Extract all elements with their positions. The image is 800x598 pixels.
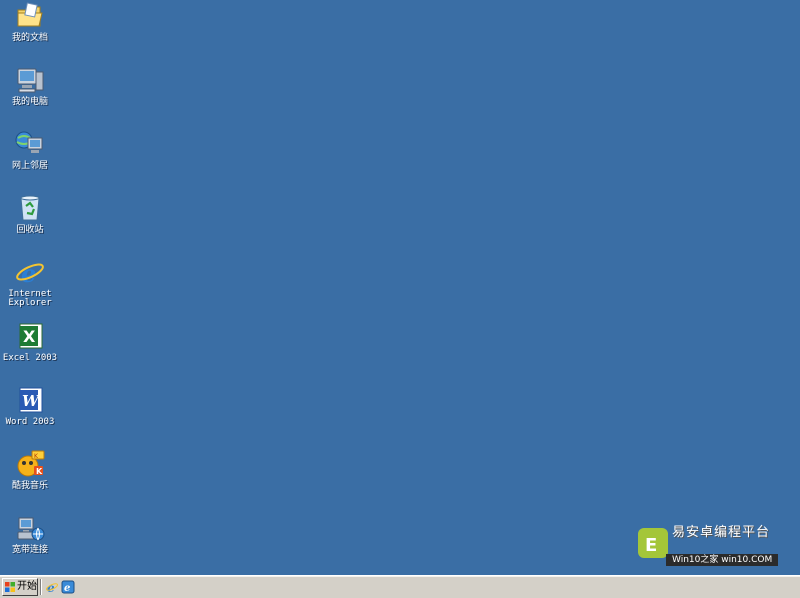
desktop-icon-my-documents[interactable]: 我的文档: [0, 0, 60, 56]
network-icon: [14, 128, 46, 160]
desktop-icon-label: Excel 2003: [2, 353, 58, 363]
internet-explorer-icon: e: [14, 256, 46, 288]
svg-text:e: e: [47, 581, 55, 594]
broadband-connection-icon: [14, 512, 46, 544]
desktop-icon-word-2003[interactable]: W Word 2003: [0, 384, 60, 440]
desktop-icon-label: 回收站: [16, 225, 44, 235]
svg-text:e: e: [21, 259, 36, 288]
show-desktop-icon[interactable]: e: [61, 580, 75, 594]
word-icon: W: [14, 384, 46, 416]
start-button[interactable]: 开始: [2, 578, 38, 596]
internet-explorer-icon[interactable]: e: [45, 580, 59, 594]
desktop-icon-internet-explorer[interactable]: e Internet Explorer: [0, 256, 60, 312]
desktop-icon-recycle-bin[interactable]: 回收站: [0, 192, 60, 248]
desktop-icon-excel-2003[interactable]: X Excel 2003: [0, 320, 60, 376]
svg-text:W: W: [22, 392, 41, 410]
desktop-icon-label: 我的电脑: [11, 97, 48, 107]
recycle-bin-icon: [14, 192, 46, 224]
desktop-icon-broadband-connection[interactable]: 宽带连接: [0, 512, 60, 568]
desktop-icon-my-computer[interactable]: 我的电脑: [0, 64, 60, 120]
desktop-icon-network-places[interactable]: 网上邻居: [0, 128, 60, 184]
windows-flag-icon: [5, 582, 15, 592]
excel-icon: X: [14, 320, 46, 352]
desktop-icon-label: Word 2003: [5, 417, 55, 427]
desktop: 我的文档 我的电脑 网上邻居 回收站 e Internet Explorer X…: [0, 0, 800, 576]
taskbar: 开始 e e: [0, 575, 800, 598]
desktop-icon-label: 宽带连接: [11, 545, 48, 555]
desktop-icon-kuwo-music[interactable]: K K 酷我音乐: [0, 448, 60, 504]
desktop-icon-label: 我的文档: [11, 33, 48, 43]
computer-icon: [14, 64, 46, 96]
svg-text:e: e: [64, 583, 70, 594]
svg-text:E: E: [645, 535, 657, 556]
watermark-title: 易安卓编程平台: [672, 525, 771, 540]
kuwo-music-icon: K K: [14, 448, 46, 480]
desktop-icon-label: 酷我音乐: [11, 481, 48, 491]
watermark-url: Win10之家 win10.COM: [666, 554, 779, 566]
android-logo-icon: E: [638, 528, 668, 558]
svg-text:K: K: [36, 467, 43, 476]
desktop-icon-label: 网上邻居: [11, 161, 48, 171]
start-button-label: 开始: [17, 581, 37, 592]
quick-launch-divider: [40, 579, 42, 595]
desktop-icon-label: Internet Explorer: [8, 289, 52, 308]
svg-text:X: X: [23, 327, 36, 346]
watermark: E 易安卓编程平台 Win10之家 win10.COM: [636, 526, 796, 574]
folder-documents-icon: [14, 0, 46, 32]
